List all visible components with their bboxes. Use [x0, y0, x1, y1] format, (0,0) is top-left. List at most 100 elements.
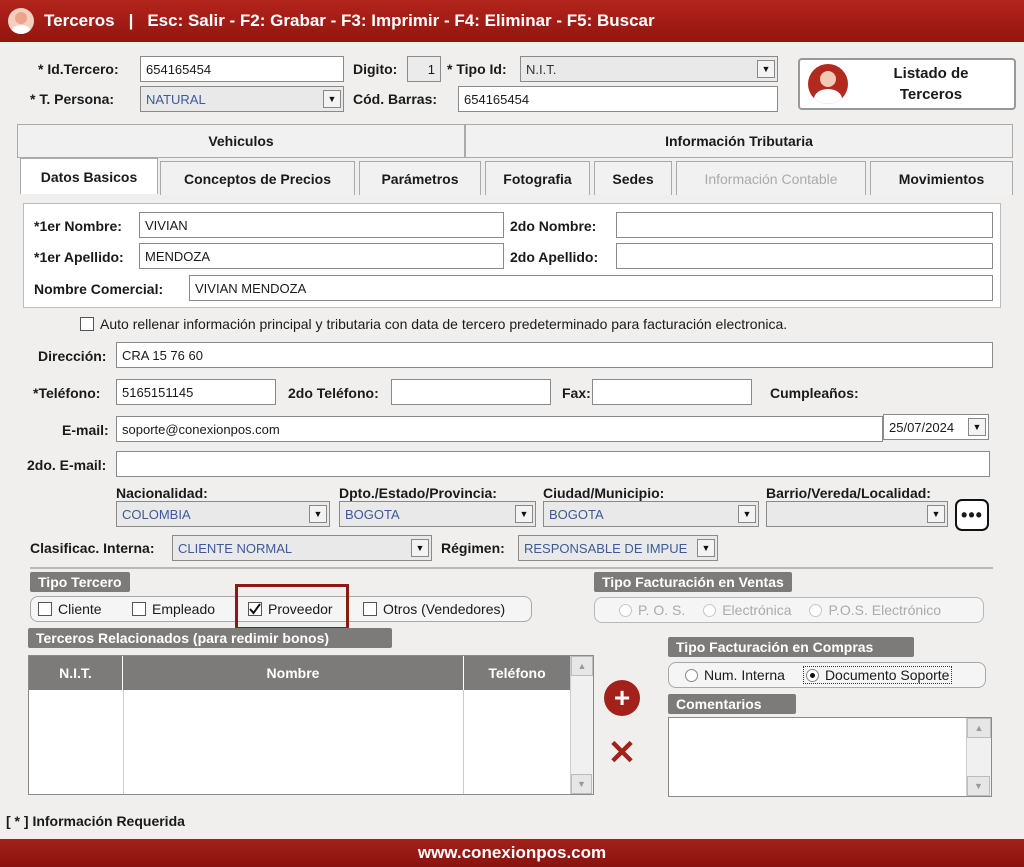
dpto-value: BOGOTA	[345, 506, 400, 522]
checkbox-box[interactable]	[363, 602, 377, 616]
email2-input[interactable]	[116, 451, 990, 477]
dpto-select[interactable]: BOGOTA ▼	[339, 501, 536, 527]
tab-datos-basicos[interactable]: Datos Basicos	[20, 158, 158, 194]
checkbox-box[interactable]	[132, 602, 146, 616]
id-tercero-input[interactable]: 654165454	[140, 56, 344, 82]
nombre2-label: 2do Nombre:	[510, 218, 597, 234]
listado-terceros-button[interactable]: Listado de Terceros	[798, 58, 1016, 110]
radio-circle	[703, 603, 717, 617]
telefono2-input[interactable]	[391, 379, 551, 405]
chevron-down-icon[interactable]: ▼	[309, 505, 327, 523]
tab-label: Información Contable	[704, 170, 838, 187]
tab-fotografia[interactable]: Fotografia	[485, 161, 590, 195]
tab-label: Conceptos de Precios	[183, 170, 332, 187]
textarea-scrollbar[interactable]: ▲ ▼	[966, 718, 991, 796]
comercial-input[interactable]: VIVIAN MENDOZA	[189, 275, 993, 301]
otros-label: Otros (Vendedores)	[383, 601, 506, 617]
title-separator: |	[128, 11, 134, 30]
autofill-checkbox[interactable]: Auto rellenar información principal y tr…	[80, 316, 787, 332]
tab-vehiculos[interactable]: Vehiculos	[17, 124, 465, 158]
email2-label: 2do. E-mail:	[27, 457, 107, 473]
persona-label: * T. Persona:	[30, 91, 115, 107]
scroll-down-icon[interactable]: ▼	[967, 776, 990, 796]
relacionados-table[interactable]: N.I.T. Nombre Teléfono ▲ ▼	[28, 655, 594, 795]
nombre1-label: *1er Nombre:	[34, 218, 122, 234]
telefono-label: *Teléfono:	[33, 385, 101, 401]
radio-circle	[809, 603, 823, 617]
tab-parametros[interactable]: Parámetros	[359, 161, 481, 195]
required-note: [ * ] Información Requerida	[6, 813, 185, 829]
empleado-checkbox[interactable]: Empleado	[132, 601, 215, 617]
proveedor-highlight	[235, 584, 349, 630]
apellido2-label: 2do Apellido:	[510, 249, 599, 265]
chevron-down-icon[interactable]: ▼	[411, 539, 429, 557]
scroll-down-icon[interactable]: ▼	[571, 774, 592, 794]
telefono2-label: 2do Teléfono:	[288, 385, 379, 401]
electronica-label: Electrónica	[722, 602, 792, 618]
digito-field: 1	[407, 56, 441, 82]
chevron-down-icon[interactable]: ▼	[515, 505, 533, 523]
num-interna-radio[interactable]: Num. Interna	[685, 667, 785, 683]
fax-input[interactable]	[592, 379, 752, 405]
column-header-nombre[interactable]: Nombre	[123, 656, 464, 690]
relacionados-title: Terceros Relacionados (para redimir bono…	[28, 628, 392, 648]
scroll-up-icon[interactable]: ▲	[967, 718, 991, 738]
nacionalidad-select[interactable]: COLOMBIA ▼	[116, 501, 330, 527]
regimen-value: RESPONSABLE DE IMPUE	[524, 540, 688, 556]
documento-soporte-label: Documento Soporte	[824, 667, 950, 683]
tipo-id-label: * Tipo Id:	[447, 61, 507, 77]
apellido1-input[interactable]: MENDOZA	[139, 243, 504, 269]
listado-line1: Listado de	[893, 65, 969, 82]
chevron-down-icon[interactable]: ▼	[697, 539, 715, 557]
table-scrollbar[interactable]: ▲ ▼	[570, 656, 593, 794]
comentarios-textarea[interactable]: ▲ ▼	[668, 717, 992, 797]
comercial-label: Nombre Comercial:	[34, 281, 164, 297]
otros-checkbox[interactable]: Otros (Vendedores)	[363, 601, 505, 617]
column-header-telefono[interactable]: Teléfono	[464, 656, 570, 690]
chevron-down-icon[interactable]: ▼	[738, 505, 756, 523]
column-header-nit[interactable]: N.I.T.	[29, 656, 123, 690]
tab-sedes[interactable]: Sedes	[594, 161, 672, 195]
radio-circle[interactable]	[685, 668, 698, 682]
pos-label: P. O. S.	[638, 602, 686, 618]
chevron-down-icon[interactable]: ▼	[323, 90, 341, 108]
scroll-up-icon[interactable]: ▲	[571, 656, 593, 676]
tab-informacion-tributaria[interactable]: Información Tributaria	[465, 124, 1013, 158]
apellido2-input[interactable]	[616, 243, 993, 269]
regimen-select[interactable]: RESPONSABLE DE IMPUE ▼	[518, 535, 718, 561]
chevron-down-icon[interactable]: ▼	[968, 418, 986, 436]
cliente-checkbox[interactable]: Cliente	[38, 601, 102, 617]
email-input[interactable]: soporte@conexionpos.com	[116, 416, 883, 442]
shortcuts-hint: Esc: Salir - F2: Grabar - F3: Imprimir -…	[147, 11, 655, 30]
chevron-down-icon[interactable]: ▼	[927, 505, 945, 523]
checkbox-box[interactable]	[38, 602, 52, 616]
apellido1-label: *1er Apellido:	[34, 249, 124, 265]
nombre2-input[interactable]	[616, 212, 993, 238]
checkbox-box[interactable]	[80, 317, 94, 331]
tab-movimientos[interactable]: Movimientos	[870, 161, 1013, 195]
tab-vehiculos-label: Vehiculos	[208, 133, 274, 149]
barrio-select[interactable]: ▼	[766, 501, 948, 527]
chevron-down-icon[interactable]: ▼	[757, 60, 775, 78]
radio-circle[interactable]	[805, 668, 819, 682]
id-tercero-label: * Id.Tercero:	[38, 61, 119, 77]
cumpleanos-date[interactable]: 25/07/2024 ▼	[883, 414, 989, 440]
persona-select[interactable]: NATURAL ▼	[140, 86, 344, 112]
ciudad-select[interactable]: BOGOTA ▼	[543, 501, 759, 527]
delete-icon[interactable]: ✕	[604, 735, 640, 771]
documento-soporte-radio[interactable]: Documento Soporte	[802, 666, 953, 684]
nombre1-input[interactable]: VIVIAN	[139, 212, 504, 238]
more-options-icon[interactable]: •••	[955, 499, 989, 531]
direccion-input[interactable]: CRA 15 76 60	[116, 342, 993, 368]
tipo-id-select[interactable]: N.I.T. ▼	[520, 56, 778, 82]
cumpleanos-label: Cumpleaños:	[770, 385, 859, 401]
cliente-label: Cliente	[58, 601, 102, 617]
title-bar: Terceros | Esc: Salir - F2: Grabar - F3:…	[0, 0, 1024, 42]
add-icon[interactable]: +	[604, 680, 640, 716]
clasificacion-select[interactable]: CLIENTE NORMAL ▼	[172, 535, 432, 561]
tab-conceptos-precios[interactable]: Conceptos de Precios	[160, 161, 355, 195]
tipo-id-value: N.I.T.	[526, 61, 557, 77]
telefono-input[interactable]: 5165151145	[116, 379, 276, 405]
barras-input[interactable]: 654165454	[458, 86, 778, 112]
dpto-label: Dpto./Estado/Provincia:	[339, 485, 497, 501]
